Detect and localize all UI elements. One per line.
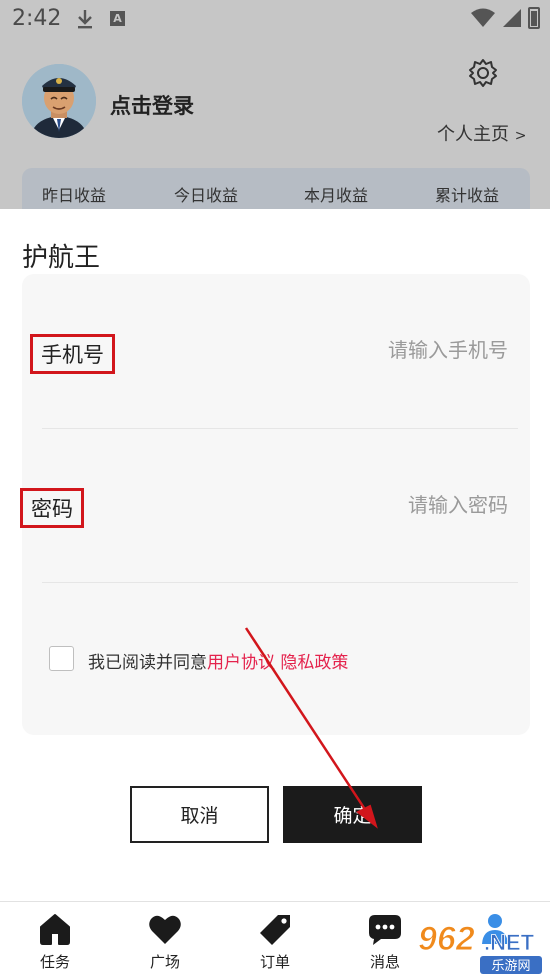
password-input[interactable] (208, 485, 508, 525)
privacy-link[interactable]: 隐私政策 (280, 653, 348, 673)
phone-divider (42, 428, 518, 429)
agreement-prefix: 我已阅读并同意 (88, 653, 207, 673)
svg-text:962: 962 (418, 920, 475, 958)
battery-icon (528, 7, 540, 29)
nav-item-orders[interactable]: 订单 (220, 902, 330, 979)
login-dialog: 护航王 手机号 密码 我已阅读并同意用户协议 隐私政策 取消 确定 (0, 209, 550, 901)
home-icon (40, 914, 70, 945)
nav-label-orders: 订单 (259, 953, 290, 971)
heart-icon (149, 915, 181, 944)
terms-link[interactable]: 用户协议 (207, 653, 275, 673)
svg-text:.NET: .NET (484, 930, 535, 955)
earnings-yesterday: 昨日收益 (42, 186, 107, 205)
phone-label: 手机号 (30, 334, 115, 374)
earnings-today: 今日收益 (174, 186, 239, 205)
earnings-total: 累计收益 (435, 186, 500, 205)
dialog-title: 护航王 (22, 243, 101, 273)
agreement-text: 我已阅读并同意用户协议 隐私政策 (88, 648, 348, 673)
tag-icon (260, 915, 290, 945)
profile-link[interactable]: 个人主页 > (437, 120, 526, 146)
status-time: 2:42 (12, 6, 62, 31)
password-label: 密码 (20, 488, 84, 528)
nav-item-tasks[interactable]: 任务 (0, 902, 110, 979)
profile-link-label: 个人主页 (437, 124, 509, 145)
captain-avatar-icon (22, 64, 96, 138)
nav-label-tasks: 任务 (39, 953, 70, 971)
watermark-logo: 962 .NET 乐游网 (418, 920, 542, 974)
gear-icon[interactable] (467, 57, 499, 89)
password-divider (42, 582, 518, 583)
site-watermark: 962 .NET 乐游网 (414, 914, 544, 976)
cancel-button[interactable]: 取消 (130, 786, 269, 843)
login-link[interactable]: 点击登录 (110, 90, 194, 120)
earnings-month: 本月收益 (304, 186, 369, 205)
nav-label-square: 广场 (149, 953, 180, 971)
a-badge-icon: A (110, 11, 125, 26)
nav-item-square[interactable]: 广场 (110, 902, 220, 979)
chevron-right-icon: > (514, 128, 527, 144)
phone-input[interactable] (208, 330, 508, 370)
agreement-checkbox[interactable] (49, 646, 74, 671)
login-form: 手机号 密码 我已阅读并同意用户协议 隐私政策 (20, 274, 530, 735)
confirm-button[interactable]: 确定 (283, 786, 422, 843)
signal-icon (503, 9, 521, 27)
avatar[interactable] (22, 64, 96, 138)
wifi-icon (471, 8, 495, 27)
download-icon (78, 10, 92, 29)
chat-icon (369, 915, 401, 945)
status-bar: 2:42 A (0, 0, 550, 40)
svg-text:乐游网: 乐游网 (491, 959, 530, 974)
